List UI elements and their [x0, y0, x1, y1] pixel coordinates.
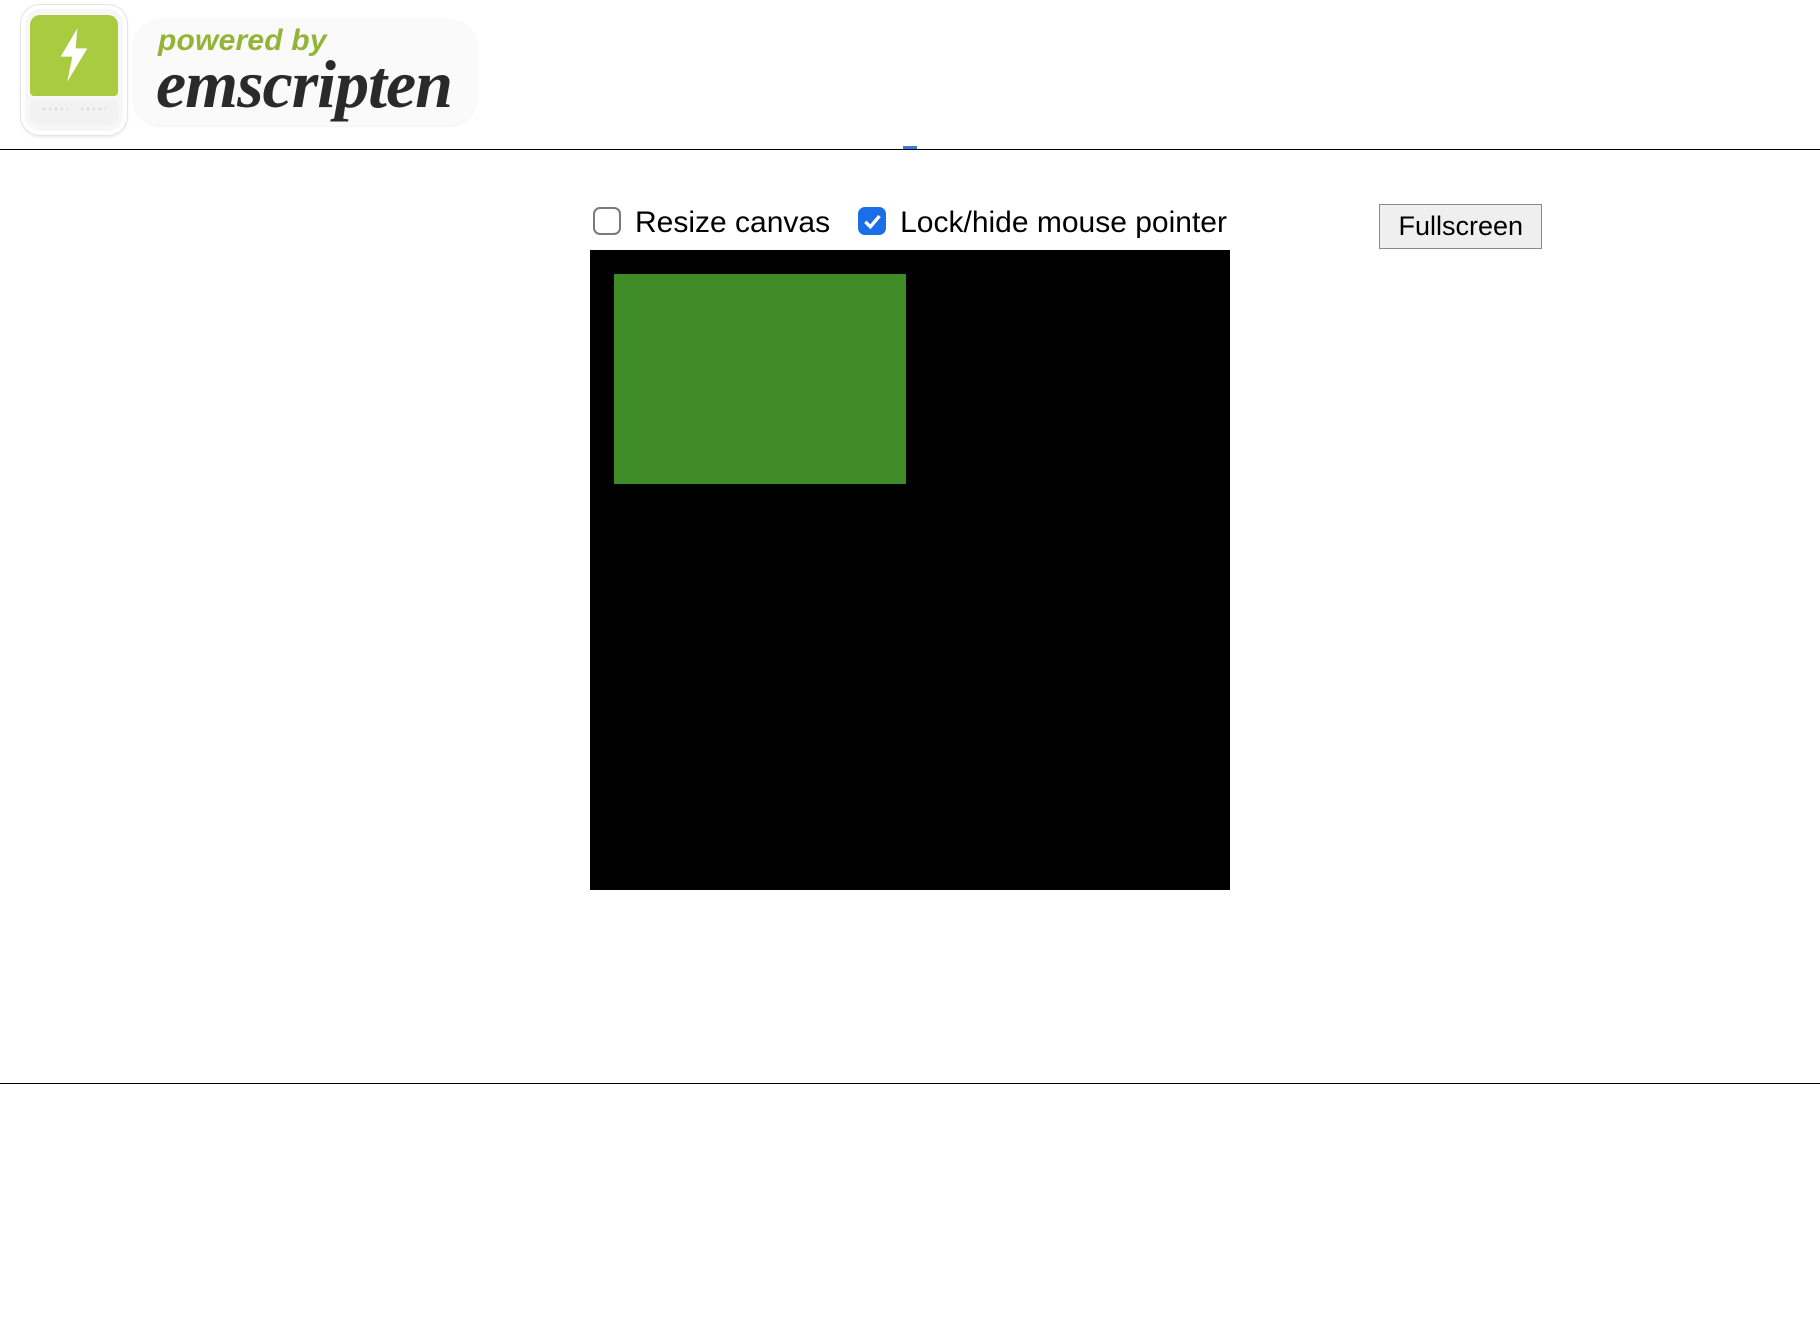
pointer-lock-label[interactable]: Lock/hide mouse pointer	[900, 206, 1227, 240]
emscripten-logo-icon	[30, 15, 118, 96]
header-divider	[0, 149, 1820, 150]
emscripten-logo-base	[30, 100, 118, 125]
checkmark-icon	[862, 211, 882, 231]
canvas-options: Resize canvas Lock/hide mouse pointer	[593, 206, 1227, 240]
canvas-stage	[0, 250, 1820, 890]
emscripten-canvas[interactable]	[590, 250, 1230, 890]
lightning-bolt-icon	[54, 27, 94, 83]
resize-canvas-label[interactable]: Resize canvas	[635, 206, 830, 240]
resize-canvas-checkbox[interactable]	[593, 207, 621, 235]
controls-row: Resize canvas Lock/hide mouse pointer Fu…	[278, 206, 1542, 240]
fullscreen-button[interactable]: Fullscreen	[1379, 204, 1542, 249]
header: powered by emscripten	[0, 0, 1820, 140]
emscripten-logo-tile	[20, 4, 128, 136]
canvas-green-rect	[614, 274, 906, 484]
pointer-lock-checkbox[interactable]	[858, 207, 886, 235]
footer-divider	[0, 1083, 1820, 1084]
emscripten-name: emscripten	[156, 50, 452, 118]
emscripten-wordmark: powered by emscripten	[138, 20, 470, 120]
